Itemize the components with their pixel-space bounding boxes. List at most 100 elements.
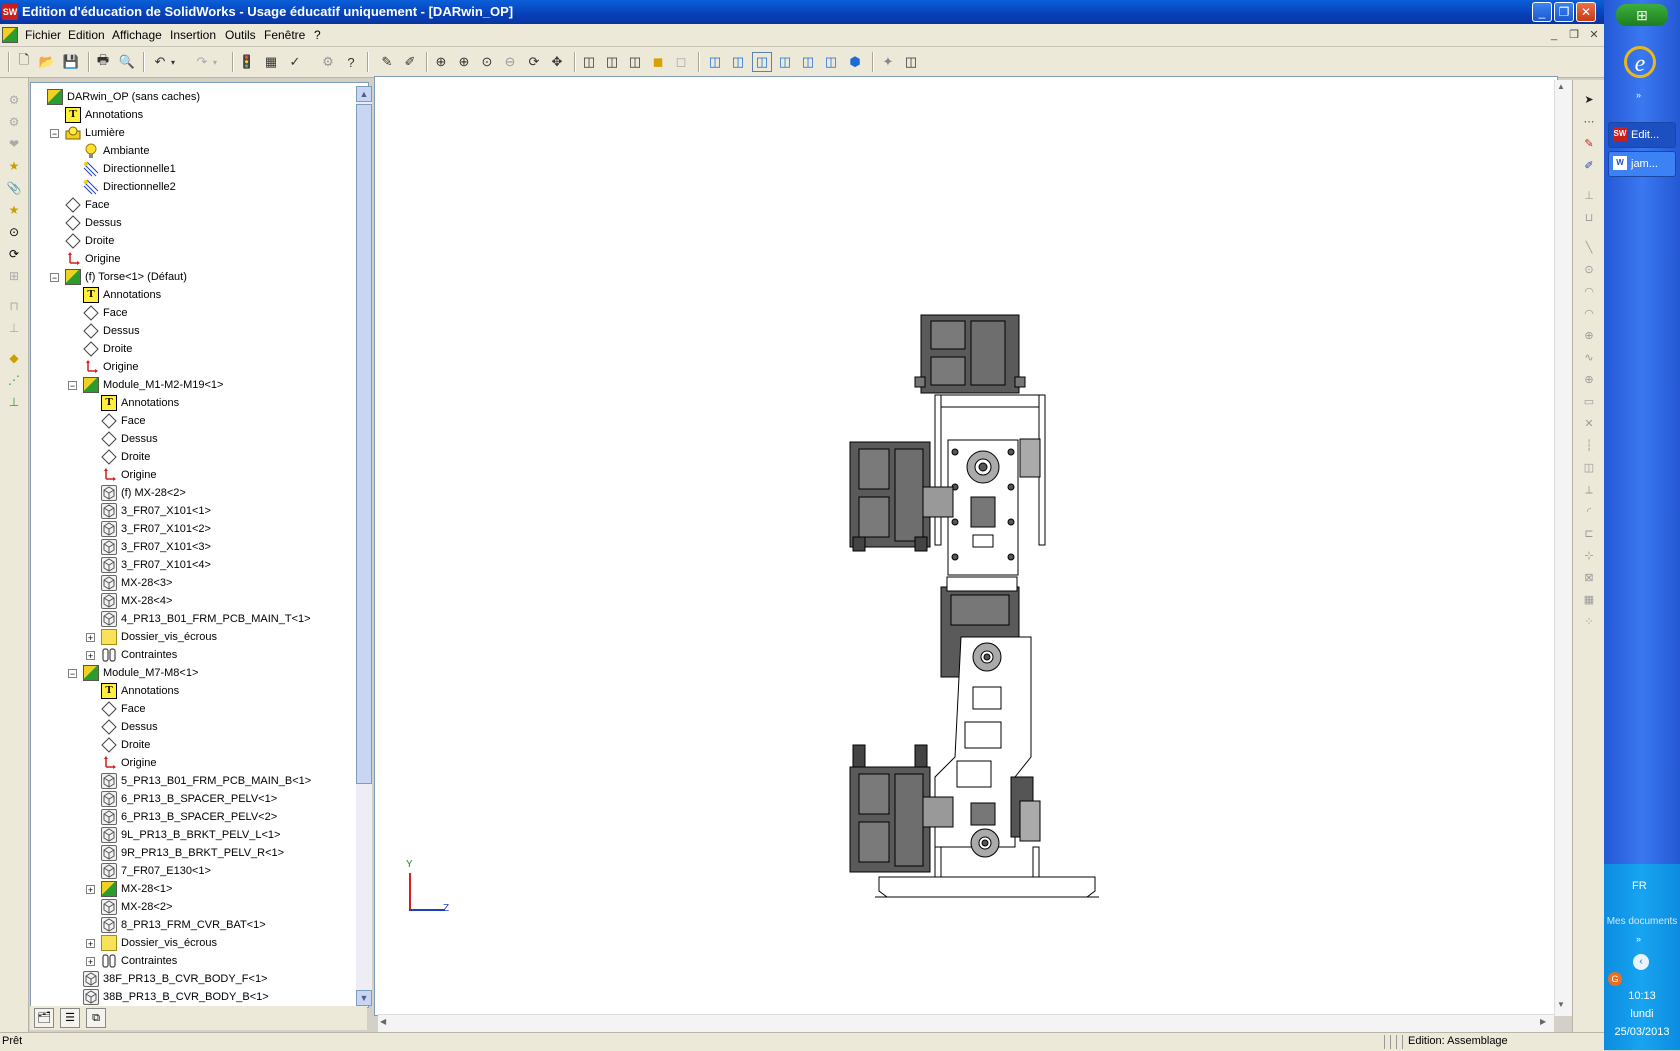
shaded-edges-icon[interactable]: ◫ <box>821 52 841 72</box>
close-button[interactable]: ✕ <box>1576 2 1596 22</box>
restore-button[interactable]: ❐ <box>1554 2 1574 22</box>
scroll-up-button[interactable]: ▲ <box>356 86 372 102</box>
expand-icon[interactable]: + <box>86 651 95 661</box>
menu-insertion[interactable]: Insertion <box>170 28 216 42</box>
feature-1-icon[interactable]: ⚙ <box>6 92 22 108</box>
right-view-icon[interactable]: ◫ <box>625 52 645 72</box>
doc-restore-icon[interactable]: ❐ <box>1566 27 1582 43</box>
tray-app-icon[interactable]: G <box>1608 972 1622 986</box>
zoom-in-icon[interactable]: ⊕ <box>454 52 474 72</box>
internet-explorer-icon[interactable]: e <box>1624 46 1656 78</box>
menu-affichage[interactable]: Affichage <box>112 28 162 42</box>
line-icon[interactable]: ╲ <box>1581 240 1597 256</box>
convert-icon[interactable]: ⊹ <box>1581 548 1597 564</box>
robot-model-drawing[interactable] <box>375 77 1557 1015</box>
wireframe-icon[interactable]: ◫ <box>752 52 772 72</box>
minimize-button[interactable]: _ <box>1532 2 1552 22</box>
sketch-icon[interactable]: ✐ <box>400 52 420 72</box>
insert-component-icon[interactable]: ★ <box>6 158 22 174</box>
mirror-icon[interactable]: ⟂ <box>1581 482 1597 498</box>
arc-icon[interactable]: ◠ <box>1581 284 1597 300</box>
propertymanager-tab[interactable]: ☰ <box>60 1008 80 1028</box>
tray-expand-icon[interactable]: » <box>1636 934 1641 944</box>
menu-fenetre[interactable]: Fenêtre <box>264 28 305 42</box>
configurationmanager-tab[interactable]: ⧉ <box>86 1008 106 1028</box>
menu-help[interactable]: ? <box>314 28 321 42</box>
shaded-icon[interactable]: ◼ <box>648 52 668 72</box>
vscroll-up-icon[interactable]: ▲ <box>1557 82 1565 91</box>
doc-minimize-icon[interactable]: _ <box>1546 27 1562 43</box>
viewport-horizontal-scrollbar[interactable]: ◀ ▶ <box>378 1014 1554 1032</box>
language-indicator[interactable]: FR <box>1632 880 1647 892</box>
undo-dropdown-icon[interactable]: ▾ <box>168 52 178 72</box>
doc-close-icon[interactable]: ✕ <box>1586 27 1602 43</box>
save-icon[interactable]: 💾 <box>61 52 81 72</box>
edit-sketch-icon[interactable]: ✐ <box>1581 158 1597 174</box>
zoom-out-icon[interactable]: ⊖ <box>500 52 520 72</box>
expand-icon[interactable]: + <box>86 939 95 949</box>
view-orientation-icon[interactable]: ◫ <box>901 52 921 72</box>
new-icon[interactable]: 🗋 <box>14 52 34 72</box>
zoom-area-icon[interactable]: ⊙ <box>477 52 497 72</box>
scroll-thumb[interactable] <box>356 104 372 784</box>
document-icon[interactable] <box>2 27 18 43</box>
scroll-down-button[interactable]: ▼ <box>356 990 372 1006</box>
explode-icon[interactable]: ⊞ <box>6 268 22 284</box>
clock-time[interactable]: 10:13 <box>1604 990 1680 1002</box>
spline-icon[interactable]: ∿ <box>1581 350 1597 366</box>
trim-icon[interactable]: ✕ <box>1581 416 1597 432</box>
hidden-lines-visible-icon[interactable]: ◫ <box>775 52 795 72</box>
undo-icon[interactable]: ↶ <box>150 52 170 72</box>
redo-dropdown-icon[interactable]: ▾ <box>210 52 220 72</box>
menu-outils[interactable]: Outils <box>225 28 256 42</box>
mate-icon[interactable]: 📎 <box>6 180 22 196</box>
menu-edition[interactable]: Edition <box>68 28 105 42</box>
graphics-area[interactable]: Y Z <box>374 76 1558 1016</box>
featuremanager-tab[interactable]: 🗂 <box>34 1008 54 1028</box>
centerline-icon[interactable]: ┆ <box>1581 438 1597 454</box>
fillet-icon[interactable]: ◜ <box>1581 504 1597 520</box>
rotate-icon[interactable]: ⟳ <box>524 52 544 72</box>
move-entities-icon[interactable]: ⊠ <box>1581 570 1597 586</box>
zoom-to-fit-icon[interactable]: ⊕ <box>431 52 451 72</box>
shaded-view-icon[interactable]: ⬢ <box>845 52 865 72</box>
collapse-icon[interactable]: − <box>68 669 77 679</box>
smart-fastener-icon[interactable]: ★ <box>6 202 22 218</box>
collapse-icon[interactable]: − <box>68 381 77 391</box>
collapse-icon[interactable]: − <box>50 129 59 139</box>
circular-pattern-icon[interactable]: ⁘ <box>1581 614 1597 630</box>
window-title-bar[interactable]: SW Edition d'éducation de SolidWorks - U… <box>0 0 1604 24</box>
expand-icon[interactable]: + <box>86 885 95 895</box>
offset-icon[interactable]: ◫ <box>1581 460 1597 476</box>
front-view-icon[interactable]: ◫ <box>579 52 599 72</box>
options-icon[interactable]: ▦ <box>261 52 281 72</box>
coordinate-system-icon[interactable]: ⊥ <box>6 394 22 410</box>
extend-icon[interactable]: ⊏ <box>1581 526 1597 542</box>
expand-icon[interactable]: + <box>86 633 95 643</box>
whats-wrong-icon[interactable]: ⚙ <box>318 52 338 72</box>
axis-icon[interactable]: ⋰ <box>6 372 22 388</box>
pan-icon[interactable]: ✥ <box>547 52 567 72</box>
dimension-icon[interactable]: ⊥ <box>1581 188 1597 204</box>
start-button[interactable]: ⊞ <box>1616 4 1668 26</box>
select-arrow-icon[interactable]: ➤ <box>1581 92 1597 108</box>
centerpoint-icon[interactable]: ⊕ <box>1581 328 1597 344</box>
section-icon[interactable]: ◻ <box>671 52 691 72</box>
viewport-vertical-scrollbar[interactable]: ▲ ▼ <box>1554 80 1572 1016</box>
trimetric-view-icon[interactable]: ◫ <box>728 52 748 72</box>
select-icon[interactable]: ✎ <box>377 52 397 72</box>
print-preview-icon[interactable]: 🔍 <box>117 52 137 72</box>
vscroll-down-icon[interactable]: ▼ <box>1557 1000 1565 1009</box>
rectangle-icon[interactable]: ▭ <box>1581 394 1597 410</box>
open-icon[interactable]: 📂 <box>37 52 57 72</box>
hscroll-left-icon[interactable]: ◀ <box>380 1017 386 1026</box>
hscroll-right-icon[interactable]: ▶ <box>1540 1017 1546 1026</box>
expand-icon[interactable]: + <box>86 957 95 967</box>
help-icon[interactable]: ? <box>341 52 361 72</box>
feature-3-icon[interactable]: ❤ <box>6 136 22 152</box>
taskbar-word-button[interactable]: W jam... <box>1608 151 1676 177</box>
circle-icon[interactable]: ⊙ <box>1581 262 1597 278</box>
collapse-icon[interactable]: − <box>50 273 59 283</box>
featuremanager-tree[interactable]: DARwin_OP (sans caches) T Annotations − Lumi… <box>30 82 369 1008</box>
menu-fichier[interactable]: Fichier <box>25 28 61 42</box>
